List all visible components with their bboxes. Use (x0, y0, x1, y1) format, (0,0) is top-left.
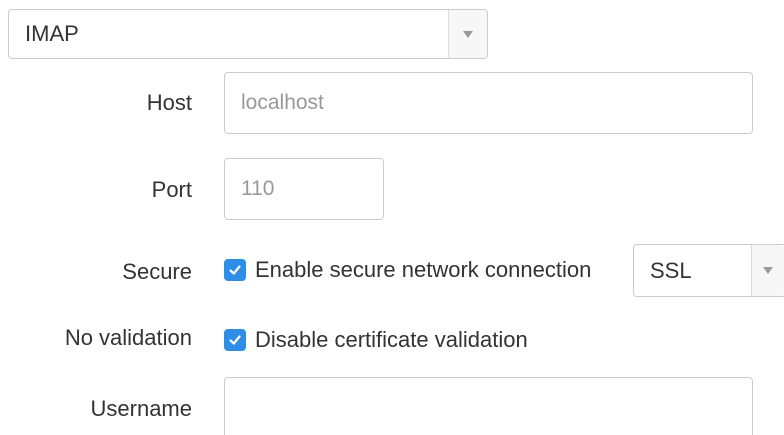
chevron-down-icon (463, 30, 473, 38)
secure-checkbox-label: Enable secure network connection (255, 257, 592, 282)
host-label: Host (146, 90, 192, 115)
port-label: Port (151, 177, 192, 202)
no-validation-checkbox[interactable] (224, 329, 246, 351)
secure-checkbox[interactable] (224, 259, 246, 281)
secure-label: Secure (122, 259, 192, 284)
username-label: Username (90, 396, 192, 421)
no-validation-label: No validation (64, 325, 192, 350)
port-input[interactable] (224, 158, 384, 220)
protocol-select-value: IMAP (25, 21, 79, 46)
protocol-select[interactable]: IMAP (8, 9, 488, 59)
check-icon (229, 265, 241, 275)
protocol-select-toggle[interactable] (448, 10, 487, 58)
host-input[interactable] (224, 72, 753, 134)
no-validation-checkbox-row[interactable]: Disable certificate validation (224, 327, 528, 353)
username-input[interactable] (224, 377, 753, 435)
secure-mode-select[interactable]: SSL (633, 244, 784, 297)
secure-mode-select-toggle[interactable] (751, 245, 784, 296)
check-icon (229, 335, 241, 345)
secure-mode-select-value: SSL (650, 257, 692, 283)
mail-settings-form: IMAP Host Port Secure Enable secure netw… (0, 0, 784, 435)
chevron-down-icon (763, 267, 773, 274)
no-validation-checkbox-label: Disable certificate validation (255, 327, 528, 352)
secure-checkbox-row[interactable]: Enable secure network connection (224, 257, 591, 283)
